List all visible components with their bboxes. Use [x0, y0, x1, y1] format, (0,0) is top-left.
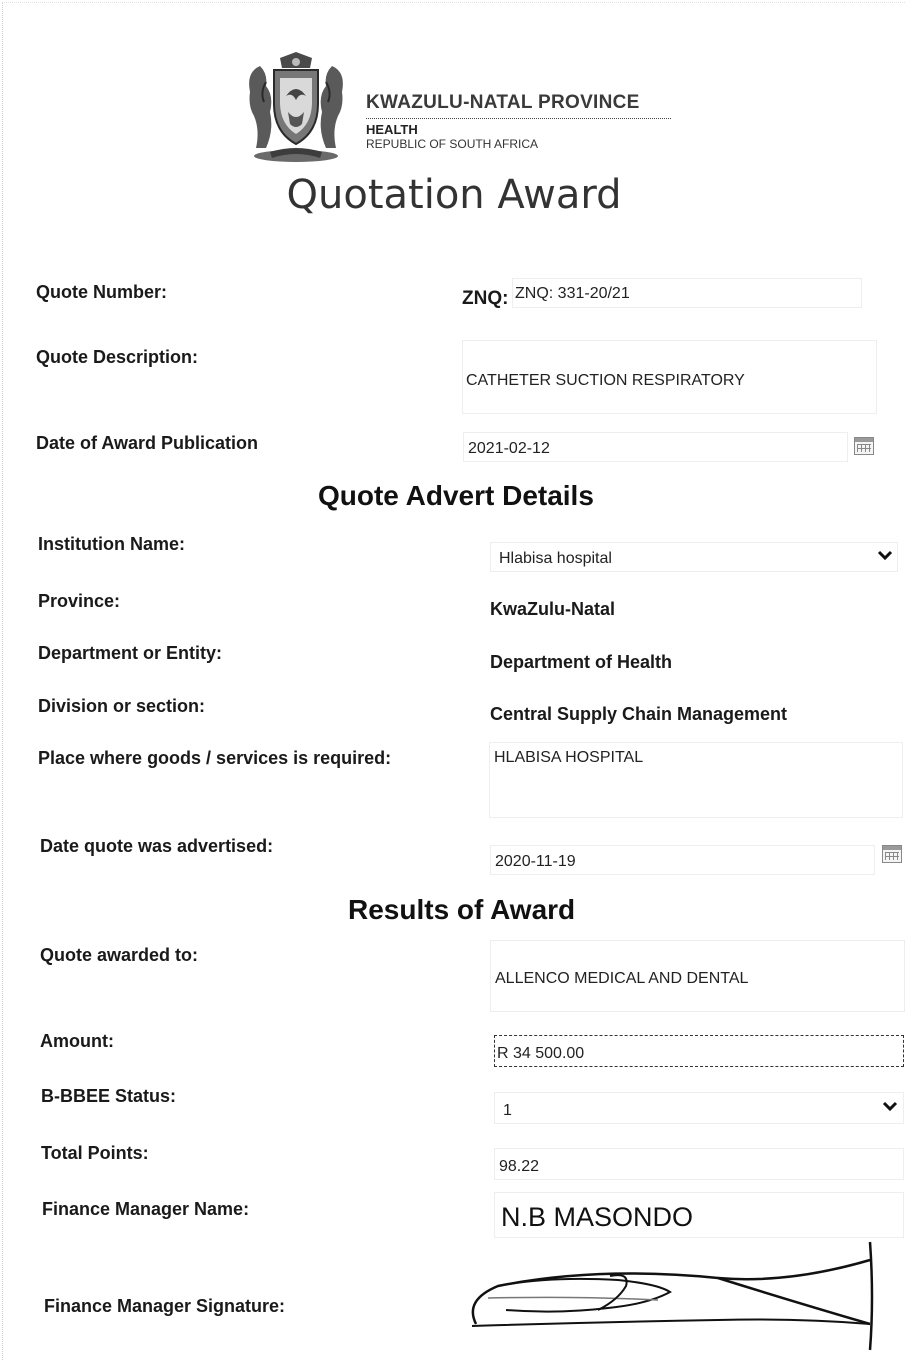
total-points-field[interactable]: 98.22	[494, 1148, 904, 1180]
date-advertised-field[interactable]: 2020-11-19	[490, 845, 875, 875]
country-name: REPUBLIC OF SOUTH AFRICA	[366, 137, 539, 151]
awarded-to-label: Quote awarded to:	[40, 945, 199, 965]
chevron-down-icon[interactable]	[876, 548, 894, 562]
award-publication-date-label: Date of Award Publication	[36, 433, 259, 453]
chevron-down-icon[interactable]	[881, 1099, 899, 1113]
province-label: Province:	[38, 591, 121, 611]
calendar-icon[interactable]	[882, 845, 902, 863]
coat-of-arms-icon	[249, 52, 343, 162]
institution-name-label: Institution Name:	[38, 534, 185, 554]
department-value: Department of Health	[490, 652, 673, 672]
quote-description-label: Quote Description:	[36, 347, 199, 367]
quote-number-field[interactable]: ZNQ: 331-20/21	[512, 278, 862, 308]
place-required-label: Place where goods / services is required…	[38, 748, 392, 768]
province-name: KWAZULU-NATAL PROVINCE	[366, 92, 640, 113]
finance-manager-name-field[interactable]: N.B MASONDO	[494, 1192, 904, 1238]
finance-manager-signature[interactable]	[458, 1238, 908, 1356]
bbbee-status-select[interactable]: 1	[494, 1092, 904, 1124]
advert-details-heading: Quote Advert Details	[318, 480, 594, 511]
department-label: Department or Entity:	[38, 643, 223, 663]
place-required-field[interactable]: HLABISA HOSPITAL	[489, 742, 903, 818]
institution-select[interactable]: Hlabisa hospital	[490, 542, 898, 572]
division-label: Division or section:	[38, 696, 206, 716]
quote-number-label: Quote Number:	[36, 282, 168, 302]
bbbee-status-label: B-BBEE Status:	[41, 1086, 177, 1106]
total-points-label: Total Points:	[41, 1143, 149, 1163]
department-name: HEALTH	[366, 122, 418, 137]
award-publication-date-field[interactable]: 2021-02-12	[463, 432, 848, 462]
results-heading: Results of Award	[348, 894, 576, 925]
quote-description-field[interactable]: CATHETER SUCTION RESPIRATORY	[462, 340, 877, 414]
amount-label: Amount:	[40, 1031, 114, 1051]
awarded-to-field[interactable]: ALLENCO MEDICAL AND DENTAL	[490, 940, 905, 1012]
znq-prefix-label: ZNQ:	[462, 288, 509, 309]
date-advertised-label: Date quote was advertised:	[40, 836, 274, 856]
header-divider	[366, 118, 671, 119]
division-value: Central Supply Chain Management	[490, 704, 788, 724]
province-value: KwaZulu-Natal	[490, 599, 616, 619]
calendar-icon[interactable]	[854, 437, 874, 455]
finance-manager-signature-label: Finance Manager Signature:	[44, 1296, 286, 1316]
document-title: Quotation Award	[286, 172, 622, 218]
amount-field[interactable]: R 34 500.00	[494, 1035, 904, 1067]
finance-manager-name-label: Finance Manager Name:	[42, 1199, 250, 1219]
